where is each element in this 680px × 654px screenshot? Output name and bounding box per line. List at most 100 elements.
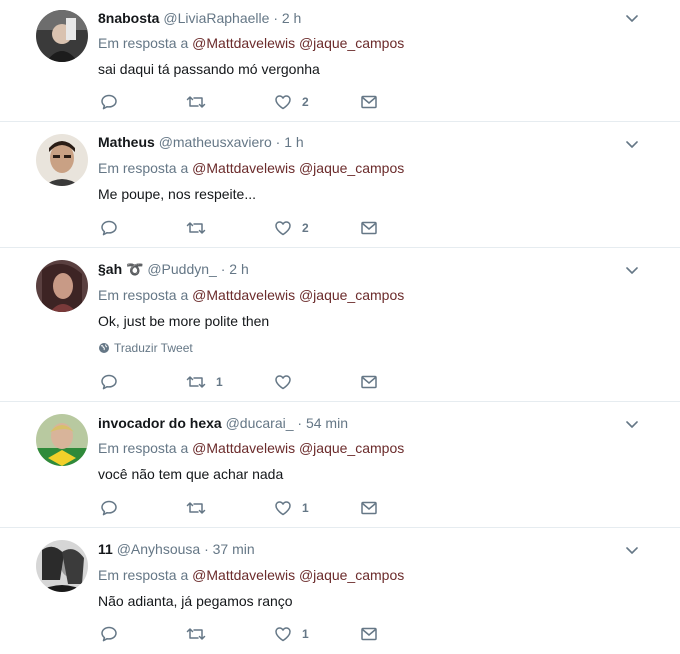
envelope-icon (361, 627, 377, 641)
tweet-text: Me poupe, nos respeite... (98, 186, 256, 202)
avatar[interactable] (36, 414, 88, 466)
heart-icon (275, 95, 291, 110)
message-button[interactable] (360, 92, 378, 112)
tweet-item[interactable]: 8nabosta @LiviaRaphaelle · 2 h Em respos… (0, 0, 680, 122)
message-button[interactable] (360, 498, 378, 518)
mention-link[interactable]: @jaque_campos (299, 35, 404, 51)
tweet-text: você não tem que achar nada (98, 466, 284, 482)
like-button[interactable]: 2 (274, 218, 309, 238)
reply-button[interactable] (100, 624, 128, 644)
heart-icon (275, 221, 291, 236)
chevron-down-icon[interactable] (624, 10, 640, 26)
reply-button[interactable] (100, 218, 128, 238)
reply-prefix: Em resposta a (98, 567, 189, 583)
retweet-button[interactable]: 1 (186, 372, 223, 392)
reply-prefix: Em resposta a (98, 160, 189, 176)
tweet-time[interactable]: 1 h (284, 134, 303, 150)
reply-icon (101, 500, 117, 516)
mention-link[interactable]: @jaque_campos (299, 440, 404, 456)
chevron-down-icon[interactable] (624, 542, 640, 558)
reply-button[interactable] (100, 92, 128, 112)
chevron-down-icon[interactable] (624, 416, 640, 432)
mention-link[interactable]: @jaque_campos (299, 287, 404, 303)
reply-button[interactable] (100, 498, 128, 518)
tweet-header: Matheus @matheusxaviero · 1 h (98, 133, 304, 151)
translate-label: Traduzir Tweet (114, 341, 193, 355)
like-button[interactable]: 1 (274, 498, 309, 518)
user-handle[interactable]: @ducarai_ (226, 415, 294, 431)
message-button[interactable] (360, 624, 378, 644)
avatar[interactable] (36, 260, 88, 312)
tweet-header: 8nabosta @LiviaRaphaelle · 2 h (98, 9, 301, 27)
separator-dot: · (275, 134, 281, 150)
chevron-down-icon[interactable] (624, 136, 640, 152)
translate-tweet-link[interactable]: Traduzir Tweet (98, 340, 193, 356)
display-name[interactable]: §ah ➰ (98, 261, 143, 277)
reply-icon (101, 220, 117, 236)
reply-context: Em resposta a @Mattdavelewis @jaque_camp… (98, 159, 404, 177)
reply-prefix: Em resposta a (98, 287, 189, 303)
retweet-icon (186, 222, 206, 234)
mention-link[interactable]: @Mattdavelewis (192, 287, 295, 303)
mention-link[interactable]: @jaque_campos (299, 160, 404, 176)
display-name[interactable]: Matheus (98, 134, 155, 150)
user-handle[interactable]: @Anyhsousa (117, 541, 200, 557)
reply-icon (101, 94, 117, 110)
like-button[interactable]: 1 (274, 624, 309, 644)
envelope-icon (361, 501, 377, 515)
mention-link[interactable]: @jaque_campos (299, 567, 404, 583)
mention-link[interactable]: @Mattdavelewis (192, 440, 295, 456)
heart-icon (275, 627, 291, 642)
envelope-icon (361, 375, 377, 389)
tweet-item[interactable]: Matheus @matheusxaviero · 1 h Em respost… (0, 122, 680, 248)
mention-link[interactable]: @Mattdavelewis (192, 35, 295, 51)
retweet-button[interactable] (186, 92, 216, 112)
avatar[interactable] (36, 10, 88, 62)
user-handle[interactable]: @matheusxaviero (159, 134, 272, 150)
tweet-time[interactable]: 54 min (306, 415, 348, 431)
retweet-button[interactable] (186, 498, 216, 518)
retweet-count: 1 (216, 375, 223, 389)
display-name[interactable]: 8nabosta (98, 10, 159, 26)
like-count: 1 (302, 501, 309, 515)
avatar[interactable] (36, 134, 88, 186)
reply-button[interactable] (100, 372, 128, 392)
avatar[interactable] (36, 540, 88, 592)
user-handle[interactable]: @LiviaRaphaelle (163, 10, 269, 26)
heart-icon (275, 375, 291, 390)
envelope-icon (361, 221, 377, 235)
tweet-time[interactable]: 37 min (213, 541, 255, 557)
retweet-icon (186, 628, 206, 640)
like-count: 1 (302, 627, 309, 641)
like-count: 2 (302, 95, 309, 109)
like-button[interactable]: 2 (274, 92, 309, 112)
tweet-text: Ok, just be more polite then (98, 313, 270, 329)
retweet-icon (186, 96, 206, 108)
tweet-item[interactable]: §ah ➰ @Puddyn_ · 2 h Em resposta a @Matt… (0, 248, 680, 402)
like-count: 2 (302, 221, 309, 235)
message-button[interactable] (360, 372, 378, 392)
retweet-button[interactable] (186, 624, 216, 644)
retweet-button[interactable] (186, 218, 216, 238)
tweet-item[interactable]: 11 @Anyhsousa · 37 min Em resposta a @Ma… (0, 528, 680, 654)
tweet-time[interactable]: 2 h (229, 261, 248, 277)
display-name[interactable]: invocador do hexa (98, 415, 222, 431)
tweet-text: sai daqui tá passando mó vergonha (98, 61, 320, 77)
tweet-time[interactable]: 2 h (282, 10, 301, 26)
reply-context: Em resposta a @Mattdavelewis @jaque_camp… (98, 439, 404, 457)
mention-link[interactable]: @Mattdavelewis (192, 160, 295, 176)
user-handle[interactable]: @Puddyn_ (147, 261, 216, 277)
tweet-header: invocador do hexa @ducarai_ · 54 min (98, 414, 348, 432)
mention-link[interactable]: @Mattdavelewis (192, 567, 295, 583)
like-button[interactable] (274, 372, 302, 392)
chevron-down-icon[interactable] (624, 262, 640, 278)
separator-dot: · (273, 10, 278, 26)
display-name[interactable]: 11 (98, 541, 113, 557)
message-button[interactable] (360, 218, 378, 238)
separator-dot: · (220, 261, 226, 277)
retweet-icon (186, 502, 206, 514)
retweet-icon (186, 376, 206, 388)
envelope-icon (361, 95, 377, 109)
tweet-item[interactable]: invocador do hexa @ducarai_ · 54 min Em … (0, 402, 680, 528)
globe-icon (99, 343, 109, 353)
